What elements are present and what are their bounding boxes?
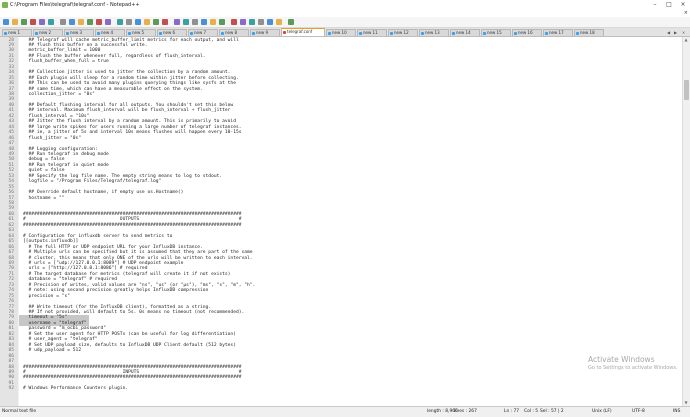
tab-file[interactable]: new 13: [419, 29, 449, 36]
doc-map-icon[interactable]: [210, 19, 216, 25]
play-icon[interactable]: [267, 19, 273, 25]
open-file-icon[interactable]: [12, 19, 18, 25]
fold-margin: [18, 37, 19, 406]
tab-file[interactable]: new 15: [481, 29, 511, 36]
scroll-up-icon[interactable]: ▲: [682, 37, 690, 43]
paste-icon[interactable]: [87, 19, 93, 25]
status-line: Ln : 77: [504, 409, 520, 414]
status-column: Col : 5: [524, 409, 539, 414]
notepadpp-icon: [2, 2, 8, 8]
tab-file[interactable]: new 6: [157, 29, 187, 36]
tab-file[interactable]: new 11: [357, 29, 387, 36]
stop-icon[interactable]: [258, 19, 264, 25]
title-bar: C:\Program Files\telegraf\telegraf.conf …: [0, 0, 690, 10]
close-icon[interactable]: [39, 19, 45, 25]
scrollbar-thumb[interactable]: [684, 80, 689, 100]
tab-file[interactable]: new 1: [2, 29, 32, 36]
folder-workspace-icon[interactable]: [231, 19, 237, 25]
zoom-out-icon[interactable]: [144, 19, 150, 25]
status-bar: Normal text file length : 8,966 lines : …: [0, 406, 690, 417]
tab-file[interactable]: new 5: [126, 29, 156, 36]
copy-icon[interactable]: [78, 19, 84, 25]
record-icon[interactable]: [249, 19, 255, 25]
text-editor[interactable]: 28 ## Telegraf will cache metric_buffer_…: [0, 37, 682, 406]
code-line[interactable]: # udp_payload = 512: [23, 348, 82, 353]
window-title: C:\Program Files\telegraf\telegraf.conf …: [10, 2, 140, 8]
tab-file[interactable]: new 2: [33, 29, 63, 36]
indent-guide-icon[interactable]: [192, 19, 198, 25]
all-chars-icon[interactable]: [183, 19, 189, 25]
minimize-button[interactable]: –: [648, 0, 662, 10]
tab-file[interactable]: new 9: [250, 29, 280, 36]
menu-bar: FileEditSearchViewEncodingLanguageSettin…: [0, 10, 690, 27]
cut-icon[interactable]: [69, 19, 75, 25]
status-lines: lines : 267: [454, 409, 477, 414]
tab-file[interactable]: new 14: [450, 29, 480, 36]
close-all-icon[interactable]: [48, 19, 54, 25]
find-icon[interactable]: [117, 19, 123, 25]
tab-active-file[interactable]: telegraf.conf: [281, 28, 325, 36]
watermark-title: Activate Windows: [588, 355, 655, 364]
close-document-button[interactable]: ×: [684, 10, 688, 17]
save-all-icon[interactable]: [30, 19, 36, 25]
code-line[interactable]: flush_buffer_when_full = true: [23, 59, 109, 64]
replace-icon[interactable]: [126, 19, 132, 25]
line-number: 92: [8, 386, 14, 392]
activate-windows-watermark: Activate Windows Go to Settings to activ…: [588, 355, 678, 371]
status-encoding[interactable]: UTF-8: [632, 409, 645, 415]
tab-close-icon[interactable]: ×: [680, 29, 687, 36]
status-mode: INS: [673, 409, 681, 414]
status-selection: Sel : 57 | 2: [540, 409, 564, 414]
sync-v-icon[interactable]: [153, 19, 159, 25]
tab-bar: new 1 new 2 new 3 new 4 new 5 new 6 new 7 new 8…: [0, 28, 690, 37]
code-line[interactable]: flush_jitter = "0s": [23, 136, 82, 141]
code-line[interactable]: ########################################…: [23, 375, 242, 380]
tab-scroll-left-icon[interactable]: ◀: [665, 29, 672, 36]
undo-icon[interactable]: [96, 19, 102, 25]
tab-file[interactable]: new 16: [512, 29, 542, 36]
code-line[interactable]: logfile = "/Program Files/Telegraf/teleg…: [23, 179, 162, 184]
toolbar: [0, 17, 690, 28]
close-window-button[interactable]: ×: [676, 0, 690, 10]
play-multi-icon[interactable]: [276, 19, 282, 25]
redo-icon[interactable]: [105, 19, 111, 25]
tab-file[interactable]: new 7: [188, 29, 218, 36]
tab-file[interactable]: new 8: [219, 29, 249, 36]
maximize-button[interactable]: □: [662, 0, 676, 10]
tab-file[interactable]: new 3: [64, 29, 94, 36]
new-file-icon[interactable]: [3, 19, 9, 25]
tab-file[interactable]: new 12: [388, 29, 418, 36]
wrap-icon[interactable]: [174, 19, 180, 25]
code-line[interactable]: ########################################…: [23, 223, 242, 228]
tab-scroll-right-icon[interactable]: ▶: [672, 29, 679, 36]
tab-file[interactable]: new 17: [543, 29, 573, 36]
code-line[interactable]: precision = "s": [23, 294, 71, 299]
tab-file[interactable]: new 18: [574, 29, 604, 36]
code-line[interactable]: collection_jitter = "0s": [23, 92, 95, 97]
zoom-in-icon[interactable]: [135, 19, 141, 25]
udl-icon[interactable]: [201, 19, 207, 25]
watermark-subtitle: Go to Settings to activate Windows.: [588, 365, 678, 371]
monitor-icon[interactable]: [240, 19, 246, 25]
tab-file[interactable]: new 4: [95, 29, 125, 36]
save-macro-icon[interactable]: [288, 19, 294, 25]
tab-file[interactable]: new 10: [326, 29, 356, 36]
status-eol[interactable]: Unix (LF): [592, 409, 612, 415]
code-line[interactable]: hostname = "": [23, 196, 65, 201]
print-icon[interactable]: [60, 19, 66, 25]
save-icon[interactable]: [21, 19, 27, 25]
sync-h-icon[interactable]: [162, 19, 168, 25]
status-file-type: Normal text file: [2, 409, 37, 414]
code-line[interactable]: # Windows Performance Counters plugin.: [23, 386, 128, 391]
function-list-icon[interactable]: [219, 19, 225, 25]
